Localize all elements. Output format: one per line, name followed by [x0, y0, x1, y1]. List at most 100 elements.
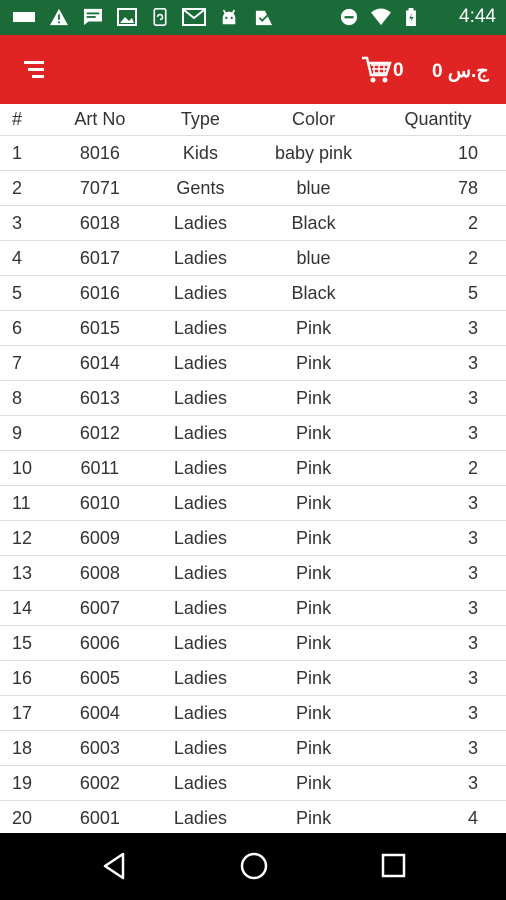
gmail-icon — [182, 8, 206, 26]
home-icon[interactable] — [239, 851, 269, 881]
type-cell: Ladies — [143, 380, 258, 416]
table-row[interactable]: 1 8016 Kids baby pink 10 — [0, 135, 506, 171]
table-row[interactable]: 20 6001 Ladies Pink 4 — [0, 800, 506, 835]
header-type[interactable]: Type — [144, 104, 257, 136]
row-number: 6 — [0, 310, 56, 346]
color-cell: Black — [257, 275, 371, 311]
art-no-cell: 6002 — [55, 765, 144, 801]
cart-count: 0 — [393, 60, 404, 81]
color-cell: Pink — [257, 590, 371, 626]
table-row[interactable]: 14 6007 Ladies Pink 3 — [0, 590, 506, 626]
table-row[interactable]: 7 6014 Ladies Pink 3 — [0, 345, 506, 381]
table-row[interactable]: 18 6003 Ladies Pink 3 — [0, 730, 506, 766]
quantity-cell: 4 — [370, 800, 506, 835]
row-number: 9 — [0, 415, 56, 451]
type-cell: Ladies — [143, 555, 258, 591]
back-icon[interactable] — [100, 851, 128, 881]
type-cell: Ladies — [143, 485, 258, 521]
color-cell: Pink — [257, 730, 371, 766]
chat-icon — [84, 8, 102, 26]
row-number: 20 — [0, 800, 56, 835]
quantity-cell: 2 — [370, 240, 506, 276]
quantity-cell: 3 — [370, 765, 506, 801]
table-row[interactable]: 11 6010 Ladies Pink 3 — [0, 485, 506, 521]
row-number: 13 — [0, 555, 56, 591]
stock-table: # Art No Type Color Quantity 1 8016 Kids ba… — [0, 104, 506, 835]
color-cell: blue — [257, 240, 371, 276]
row-number: 8 — [0, 380, 56, 416]
art-no-cell: 6015 — [55, 310, 144, 346]
row-number: 1 — [0, 135, 56, 171]
table-row[interactable]: 12 6009 Ladies Pink 3 — [0, 520, 506, 556]
art-no-cell: 6012 — [55, 415, 144, 451]
row-number: 12 — [0, 520, 56, 556]
header-art-no[interactable]: Art No — [56, 104, 144, 136]
header-color[interactable]: Color — [257, 104, 370, 136]
art-no-cell: 7071 — [55, 170, 144, 206]
clock-time: 4:44 — [459, 6, 496, 27]
art-no-cell: 6006 — [55, 625, 144, 661]
app-bar: 0 0 ج.س — [0, 35, 506, 104]
color-cell: Pink — [257, 345, 371, 381]
row-number: 11 — [0, 485, 56, 521]
table-row[interactable]: 17 6004 Ladies Pink 3 — [0, 695, 506, 731]
quantity-cell: 3 — [370, 345, 506, 381]
table-row[interactable]: 19 6002 Ladies Pink 3 — [0, 765, 506, 801]
art-no-cell: 6011 — [55, 450, 144, 486]
table-row[interactable]: 9 6012 Ladies Pink 3 — [0, 415, 506, 451]
row-number: 18 — [0, 730, 56, 766]
color-cell: Pink — [257, 765, 371, 801]
quantity-cell: 3 — [370, 485, 506, 521]
quantity-cell: 2 — [370, 205, 506, 241]
quantity-cell: 3 — [370, 625, 506, 661]
table-row[interactable]: 6 6015 Ladies Pink 3 — [0, 310, 506, 346]
table-row[interactable]: 2 7071 Gents blue 78 — [0, 170, 506, 206]
type-cell: Ladies — [143, 205, 258, 241]
color-cell: Pink — [257, 800, 371, 835]
table-row[interactable]: 16 6005 Ladies Pink 3 — [0, 660, 506, 696]
quantity-cell: 3 — [370, 520, 506, 556]
wifi-icon — [371, 8, 391, 26]
table-row[interactable]: 10 6011 Ladies Pink 2 — [0, 450, 506, 486]
art-no-cell: 6009 — [55, 520, 144, 556]
row-number: 10 — [0, 450, 56, 486]
quantity-cell: 3 — [370, 695, 506, 731]
row-number: 3 — [0, 205, 56, 241]
type-cell: Ladies — [143, 345, 258, 381]
row-number: 17 — [0, 695, 56, 731]
art-no-cell: 6010 — [55, 485, 144, 521]
row-number: 14 — [0, 590, 56, 626]
quantity-cell: 3 — [370, 555, 506, 591]
message-icon — [13, 12, 35, 22]
color-cell: baby pink — [257, 135, 371, 171]
quantity-cell: 3 — [370, 660, 506, 696]
quantity-cell: 3 — [370, 730, 506, 766]
table-row[interactable]: 3 6018 Ladies Black 2 — [0, 205, 506, 241]
table-row[interactable]: 13 6008 Ladies Pink 3 — [0, 555, 506, 591]
table-row[interactable]: 4 6017 Ladies blue 2 — [0, 240, 506, 276]
table-row[interactable]: 5 6016 Ladies Black 5 — [0, 275, 506, 311]
header-number[interactable]: # — [0, 104, 56, 136]
type-cell: Ladies — [143, 660, 258, 696]
table-row[interactable]: 15 6006 Ladies Pink 3 — [0, 625, 506, 661]
menu-sort-icon[interactable] — [22, 57, 50, 83]
type-cell: Ladies — [143, 415, 258, 451]
color-cell: Pink — [257, 310, 371, 346]
row-number: 2 — [0, 170, 56, 206]
row-number: 4 — [0, 240, 56, 276]
type-cell: Kids — [143, 135, 258, 171]
header-quantity[interactable]: Quantity — [370, 104, 506, 136]
row-number: 16 — [0, 660, 56, 696]
color-cell: Pink — [257, 415, 371, 451]
table-row[interactable]: 8 6013 Ladies Pink 3 — [0, 380, 506, 416]
recents-icon[interactable] — [381, 851, 407, 881]
quantity-cell: 3 — [370, 380, 506, 416]
type-cell: Ladies — [143, 240, 258, 276]
shopping-cart-icon[interactable] — [360, 55, 392, 85]
image-icon — [117, 8, 137, 26]
art-no-cell: 6001 — [55, 800, 144, 835]
type-cell: Ladies — [143, 730, 258, 766]
quantity-cell: 3 — [370, 310, 506, 346]
quantity-cell: 3 — [370, 590, 506, 626]
row-number: 7 — [0, 345, 56, 381]
